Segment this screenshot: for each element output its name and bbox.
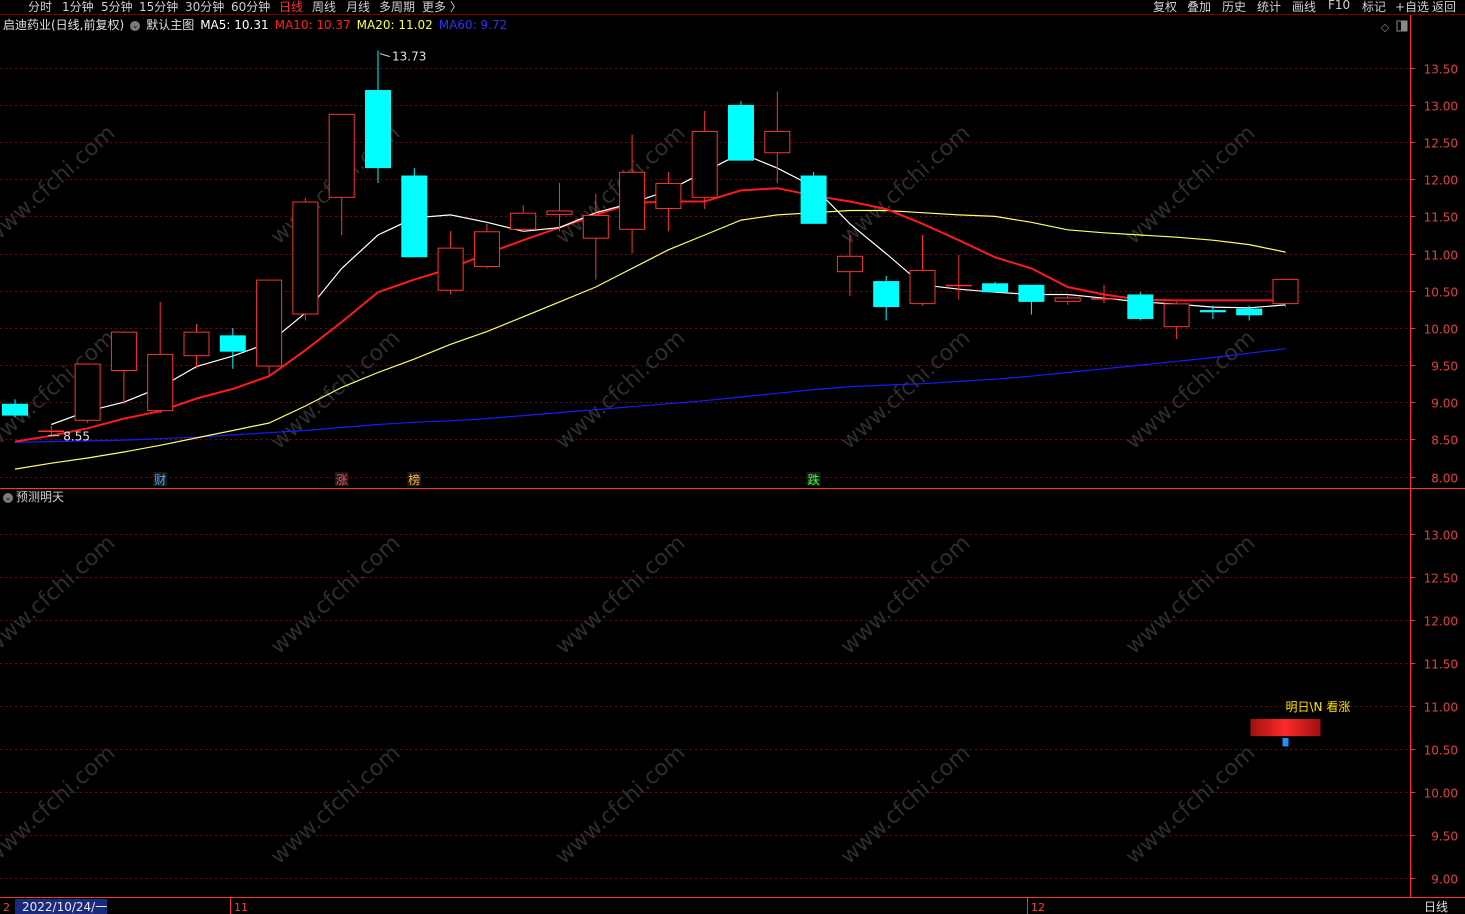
sub-tick-label: 12.00 [1424, 615, 1458, 629]
watermark-text: www.cfchi.com [266, 531, 405, 660]
price-tick-label: 10.00 [1424, 323, 1458, 337]
watermark-text: www.cfchi.com [1121, 121, 1260, 250]
candle-body-up[interactable] [836, 255, 863, 273]
candle-body-up[interactable] [292, 201, 319, 315]
candle-body-up[interactable] [945, 284, 972, 287]
candle-body-up[interactable] [147, 353, 174, 412]
sub-tick-label: 9.50 [1431, 830, 1458, 844]
event-marker: 涨 [336, 472, 348, 487]
candle-body-down[interactable] [365, 90, 391, 169]
watermark-text: www.cfchi.com [551, 741, 690, 870]
candle-body-up[interactable] [909, 269, 936, 305]
candle-body-up[interactable] [328, 113, 355, 198]
candle-body-up[interactable] [183, 331, 210, 357]
sub-tick-label: 10.50 [1424, 744, 1458, 758]
watermark-text: www.cfchi.com [836, 741, 975, 870]
sub-tick-label: 13.00 [1424, 529, 1458, 543]
candle-body-up[interactable] [691, 130, 718, 198]
month-label: 11 [234, 901, 248, 914]
watermark-text: www.cfchi.com [1121, 531, 1260, 660]
diamond-icon: ◇ [1381, 21, 1390, 34]
watermark-text: www.cfchi.com [0, 326, 120, 455]
candle-body-down[interactable] [982, 283, 1009, 293]
candle-body-down[interactable] [1018, 284, 1045, 302]
event-marker: 榜 [408, 472, 420, 487]
candle-body-up[interactable] [256, 279, 283, 367]
ma10-line [14, 187, 1286, 443]
sub-tick-label: 10.00 [1424, 787, 1458, 801]
price-tick-label: 12.00 [1424, 174, 1458, 188]
panel-icon-fill [1401, 21, 1407, 31]
watermark-text: www.cfchi.com [551, 531, 690, 660]
sub-tick-label: 11.50 [1424, 658, 1458, 672]
candle-body-down[interactable] [800, 175, 827, 224]
high-pointer [379, 53, 391, 58]
candle-body-up[interactable] [74, 363, 101, 421]
price-tick-label: 10.50 [1424, 286, 1458, 300]
candle-body-up[interactable] [473, 231, 500, 267]
cursor-date: 2022/10/24/一 [22, 900, 107, 914]
price-tick-label: 12.50 [1424, 137, 1458, 151]
candle-body-down[interactable] [1236, 308, 1263, 316]
candle-body-down[interactable] [219, 335, 246, 352]
sub-tick-label: 11.00 [1424, 701, 1458, 715]
candle-body-up[interactable] [110, 331, 137, 372]
event-marker: 财 [154, 473, 166, 487]
event-marker: 跌 [808, 472, 820, 487]
kline-chart[interactable]: 13.50 13.00 12.50 12.00 11.50 11.00 10.50 10.00… [0, 0, 1465, 914]
candle-body-up[interactable] [1272, 278, 1299, 305]
candle-body-up[interactable] [1163, 303, 1190, 328]
price-tick-label: 11.00 [1424, 249, 1458, 263]
candle-body-up[interactable] [582, 214, 609, 239]
candle-body-up[interactable] [1091, 298, 1117, 300]
watermark-text: www.cfchi.com [0, 531, 120, 660]
candle-body-down[interactable] [1199, 310, 1226, 313]
candle-body-up[interactable] [546, 210, 573, 215]
price-tick-label: 11.50 [1424, 211, 1458, 225]
price-tick-label: 9.00 [1431, 397, 1458, 411]
forecast-label: 明日\N 看涨 [1286, 699, 1351, 714]
candle-body-up[interactable] [437, 247, 464, 291]
period-tag: 日线 [1424, 900, 1448, 914]
candle-body-down[interactable] [2, 403, 28, 416]
forecast-marker [1282, 737, 1289, 747]
candle-body-up[interactable] [655, 182, 682, 209]
watermark-text: www.cfchi.com [0, 741, 120, 870]
price-tick-label: 13.50 [1424, 63, 1458, 77]
sub-tick-label: 9.00 [1431, 873, 1458, 887]
watermark-text: www.cfchi.com [1121, 326, 1260, 455]
watermark-text: www.cfchi.com [0, 121, 120, 250]
candle-body-down[interactable] [1127, 294, 1154, 319]
candle-body-up[interactable] [764, 130, 791, 154]
month-label: 12 [1031, 901, 1045, 914]
price-tick-label: 8.00 [1431, 472, 1458, 486]
high-label: 13.73 [392, 50, 426, 64]
price-tick-label: 8.50 [1431, 434, 1458, 448]
watermark-text: www.cfchi.com [266, 741, 405, 870]
date-lead: 2 [3, 901, 10, 914]
forecast-bar[interactable] [1250, 718, 1321, 737]
candle-body-up[interactable] [1054, 297, 1081, 302]
candle-body-down[interactable] [873, 281, 900, 308]
watermark-text: www.cfchi.com [1121, 741, 1260, 870]
price-tick-label: 13.00 [1424, 100, 1458, 114]
candle-body-up[interactable] [38, 430, 65, 432]
price-tick-label: 9.50 [1431, 360, 1458, 374]
sub-tick-label: 12.50 [1424, 572, 1458, 586]
watermark-text: www.cfchi.com [836, 326, 975, 455]
watermark-text: www.cfchi.com [836, 531, 975, 660]
candle-body-up[interactable] [619, 171, 646, 230]
watermark-text: www.cfchi.com [551, 326, 690, 455]
low-label: 8.55 [63, 430, 90, 444]
candle-body-down[interactable] [728, 104, 754, 161]
candle-body-up[interactable] [510, 212, 537, 230]
candle-body-down[interactable] [401, 175, 428, 258]
